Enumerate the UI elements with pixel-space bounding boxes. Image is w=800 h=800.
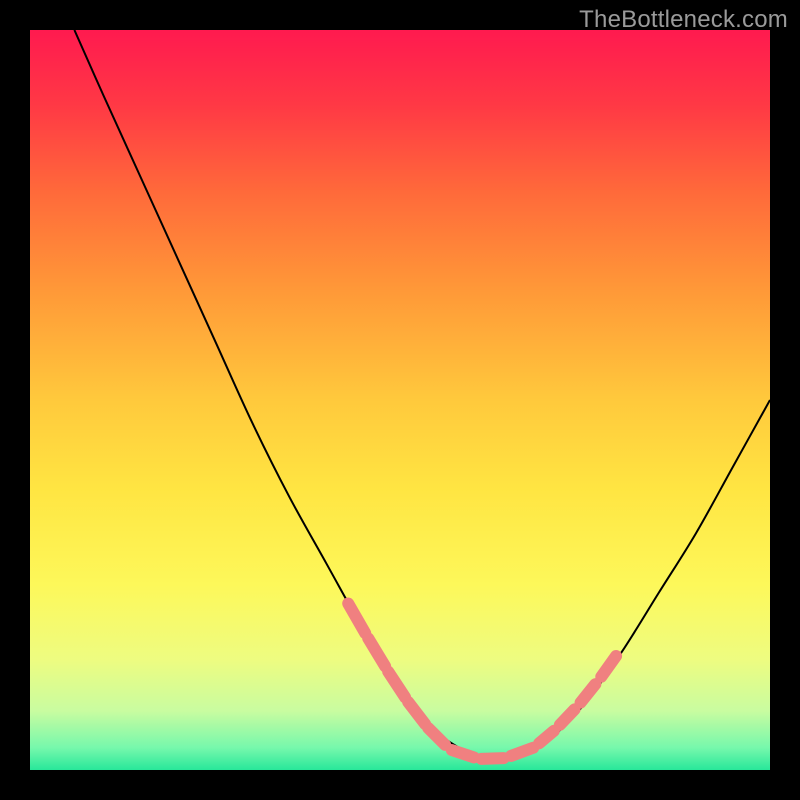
chart-frame: TheBottleneck.com [0, 0, 800, 800]
watermark-text: TheBottleneck.com [579, 6, 788, 34]
gradient-background [30, 30, 770, 770]
chart-svg [30, 30, 770, 770]
highlight-dash [481, 758, 503, 759]
plot-area [30, 30, 770, 770]
highlight-dash [452, 750, 474, 757]
highlight-dash [511, 748, 533, 756]
